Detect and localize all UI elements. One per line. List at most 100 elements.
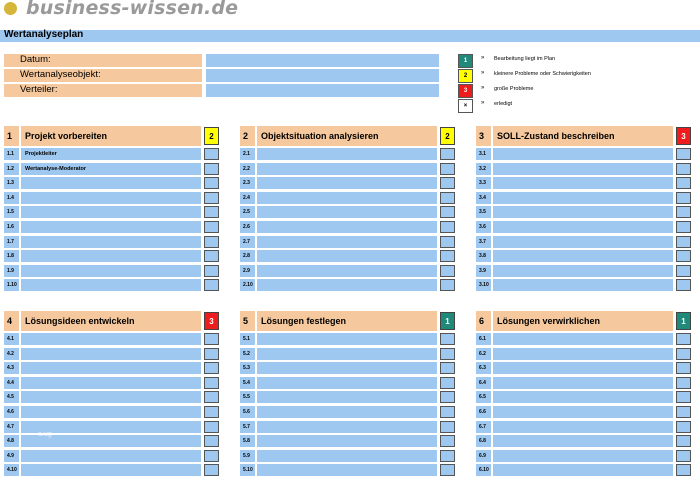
task-status-cell[interactable]: [676, 435, 691, 448]
task-text-field[interactable]: [493, 148, 673, 160]
task-text-field[interactable]: [257, 206, 437, 219]
task-text-field[interactable]: [21, 264, 201, 277]
task-text-field[interactable]: [493, 191, 673, 204]
task-status-cell[interactable]: [676, 420, 691, 433]
task-status-cell[interactable]: [676, 206, 691, 219]
task-status-cell[interactable]: [440, 250, 455, 263]
task-text-field[interactable]: [493, 250, 673, 263]
task-text-field[interactable]: [493, 177, 673, 190]
task-status-cell[interactable]: [204, 221, 219, 233]
task-text-field[interactable]: [493, 333, 673, 345]
task-status-cell[interactable]: [440, 264, 455, 277]
task-status-cell[interactable]: [440, 235, 455, 248]
task-text-field[interactable]: [493, 449, 673, 462]
phase-status-badge[interactable]: 2: [204, 127, 219, 145]
task-status-cell[interactable]: [204, 362, 219, 375]
task-text-field[interactable]: [493, 162, 673, 175]
task-status-cell[interactable]: [204, 376, 219, 389]
object-field[interactable]: [206, 69, 439, 82]
task-text-field[interactable]: [257, 279, 437, 292]
task-status-cell[interactable]: [440, 191, 455, 204]
task-status-cell[interactable]: [676, 347, 691, 360]
task-text-field[interactable]: [257, 406, 437, 418]
task-text-field[interactable]: [21, 362, 201, 375]
task-status-cell[interactable]: [204, 191, 219, 204]
task-text-field[interactable]: [257, 250, 437, 263]
task-status-cell[interactable]: [440, 420, 455, 433]
task-text-field[interactable]: [493, 391, 673, 404]
task-text-field[interactable]: [257, 162, 437, 175]
phase-status-badge[interactable]: 3: [204, 312, 219, 330]
task-status-cell[interactable]: [676, 333, 691, 345]
task-text-field[interactable]: [21, 177, 201, 190]
task-text-field[interactable]: [257, 435, 437, 448]
task-status-cell[interactable]: [440, 376, 455, 389]
task-status-cell[interactable]: [204, 250, 219, 263]
task-status-cell[interactable]: [440, 362, 455, 375]
task-text-field[interactable]: [257, 376, 437, 389]
phase-status-badge[interactable]: 2: [440, 127, 455, 145]
task-status-cell[interactable]: [676, 235, 691, 248]
task-status-cell[interactable]: [204, 279, 219, 292]
task-text-field[interactable]: [493, 376, 673, 389]
phase-status-badge[interactable]: 1: [676, 312, 691, 330]
task-text-field[interactable]: [21, 376, 201, 389]
task-status-cell[interactable]: [676, 162, 691, 175]
date-field[interactable]: [206, 54, 439, 67]
task-text-field[interactable]: [493, 264, 673, 277]
task-status-cell[interactable]: [204, 206, 219, 219]
task-status-cell[interactable]: [204, 391, 219, 404]
task-text-field[interactable]: [257, 391, 437, 404]
task-text-field[interactable]: [257, 148, 437, 160]
task-text-field[interactable]: [493, 235, 673, 248]
task-text-field[interactable]: [21, 221, 201, 233]
task-status-cell[interactable]: [676, 191, 691, 204]
task-status-cell[interactable]: [440, 449, 455, 462]
task-status-cell[interactable]: [440, 148, 455, 160]
task-text-field[interactable]: [257, 221, 437, 233]
task-status-cell[interactable]: [676, 148, 691, 160]
task-text-field[interactable]: [493, 406, 673, 418]
task-status-cell[interactable]: [204, 406, 219, 418]
task-status-cell[interactable]: [676, 449, 691, 462]
task-text-field[interactable]: [21, 191, 201, 204]
task-status-cell[interactable]: [676, 177, 691, 190]
task-text-field[interactable]: [493, 435, 673, 448]
task-text-field[interactable]: [493, 347, 673, 360]
task-status-cell[interactable]: [204, 435, 219, 448]
task-text-field[interactable]: [21, 464, 201, 477]
task-status-cell[interactable]: [676, 264, 691, 277]
task-status-cell[interactable]: [204, 264, 219, 277]
task-status-cell[interactable]: [204, 162, 219, 175]
distribution-field[interactable]: [206, 84, 439, 97]
task-status-cell[interactable]: [676, 464, 691, 477]
task-status-cell[interactable]: [676, 221, 691, 233]
task-status-cell[interactable]: [204, 420, 219, 433]
task-text-field[interactable]: [257, 177, 437, 190]
task-text-field[interactable]: [257, 333, 437, 345]
task-status-cell[interactable]: [676, 250, 691, 263]
phase-status-badge[interactable]: 3: [676, 127, 691, 145]
task-text-field[interactable]: [257, 362, 437, 375]
task-text-field[interactable]: [493, 420, 673, 433]
task-status-cell[interactable]: [440, 221, 455, 233]
task-status-cell[interactable]: [440, 206, 455, 219]
task-text-field[interactable]: [21, 347, 201, 360]
task-status-cell[interactable]: [440, 162, 455, 175]
task-text-field[interactable]: [257, 191, 437, 204]
task-text-field[interactable]: [493, 362, 673, 375]
task-text-field[interactable]: [21, 206, 201, 219]
task-status-cell[interactable]: [440, 406, 455, 418]
task-status-cell[interactable]: [204, 347, 219, 360]
task-text-field[interactable]: [21, 250, 201, 263]
task-status-cell[interactable]: [440, 333, 455, 345]
task-text-field[interactable]: [21, 391, 201, 404]
task-status-cell[interactable]: [204, 148, 219, 160]
task-status-cell[interactable]: [204, 235, 219, 248]
task-text-field[interactable]: [257, 464, 437, 477]
task-text-field[interactable]: [257, 420, 437, 433]
task-text-field[interactable]: [257, 264, 437, 277]
task-text-field[interactable]: [493, 464, 673, 477]
task-text-field[interactable]: [21, 449, 201, 462]
task-status-cell[interactable]: [676, 279, 691, 292]
